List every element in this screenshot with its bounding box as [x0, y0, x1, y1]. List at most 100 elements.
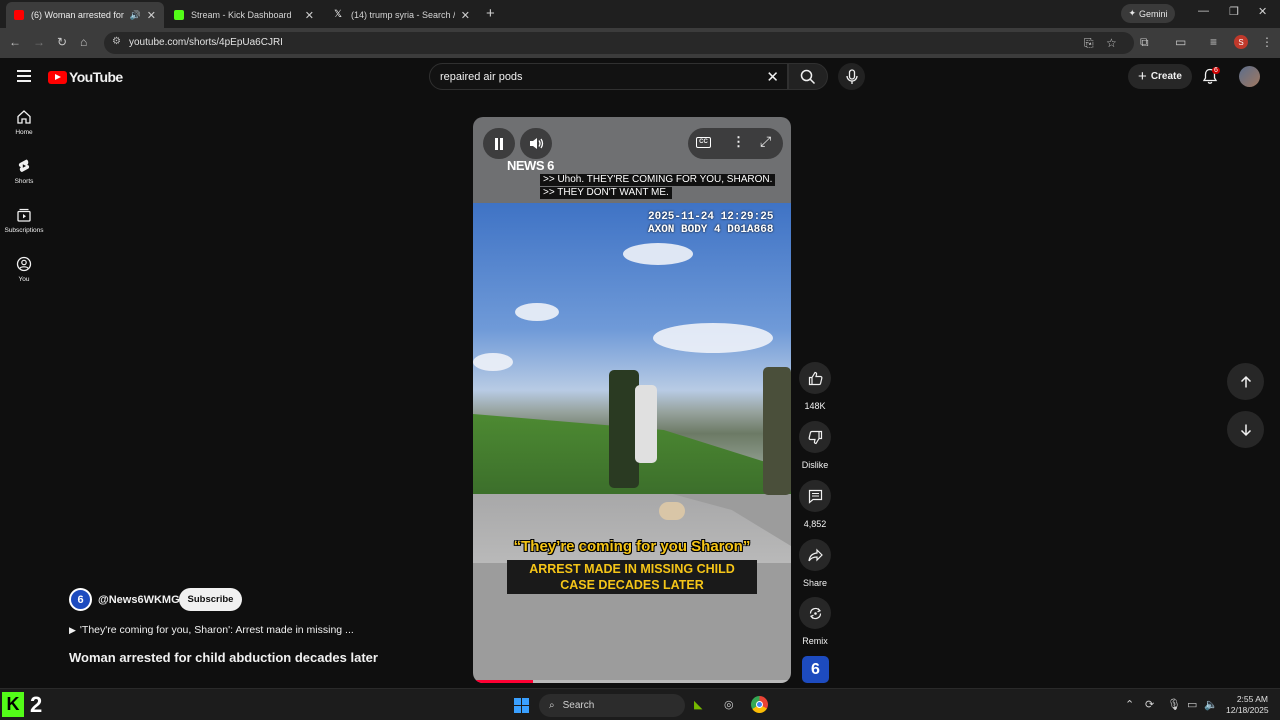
search-input[interactable]: repaired air pods ✕	[429, 63, 788, 90]
dog	[659, 502, 685, 520]
remix-icon	[809, 607, 821, 619]
related-video-text: 'They're coming for you, Sharon': Arrest…	[79, 624, 354, 636]
create-label: Create	[1150, 71, 1182, 82]
site-info-icon[interactable]: ⚙	[112, 36, 121, 47]
home-button-icon[interactable]: ⌂	[80, 35, 87, 49]
windows-taskbar: K 2 ⌕ Search ◣ ◎ ⌃ ⟳ 🎙 ▭ 🔈 2:55 AM 12/18…	[0, 688, 1280, 720]
app-icon[interactable]: ◎	[724, 698, 734, 711]
close-window-icon[interactable]: ✕	[1258, 5, 1267, 18]
kick-app-icon[interactable]: K	[2, 692, 24, 717]
shorts-video-player[interactable]: NEWS 6 >> Uhoh. THEY'RE COMING FOR YOU, …	[473, 117, 791, 683]
speaker-icon[interactable]: 🔊	[130, 10, 141, 21]
extensions-icon[interactable]: ⧉	[1140, 35, 1149, 50]
headline-quote: “They’re coming for you Sharon”	[513, 538, 751, 555]
volume-icon	[529, 138, 543, 149]
tray-network-icon[interactable]: ▭	[1187, 698, 1197, 711]
tray-sync-icon[interactable]: ⟳	[1145, 698, 1154, 711]
rail-item-home[interactable]: Home	[0, 109, 48, 136]
taskbar-clock[interactable]: 2:55 AM 12/18/2025	[1226, 694, 1269, 716]
player-controls: CC ⋮ ⤢	[688, 128, 783, 159]
comments-button[interactable]: 4,852	[799, 480, 831, 529]
minimize-icon[interactable]: —	[1198, 5, 1209, 17]
tab-search-icon[interactable]: ≡	[1210, 35, 1217, 49]
youtube-header: YouTube repaired air pods ✕ + Create 6	[0, 58, 1280, 96]
tab-label: Stream - Kick Dashboard	[191, 10, 292, 20]
rail-item-subscriptions[interactable]: Subscriptions	[0, 207, 48, 234]
reload-icon[interactable]: ↻	[57, 35, 67, 49]
x-favicon-icon: 𝕏	[334, 9, 343, 20]
thumbs-down-icon	[808, 430, 822, 444]
rail-label: Subscriptions	[4, 227, 44, 234]
dislike-label: Dislike	[801, 460, 829, 470]
search-button[interactable]	[788, 63, 828, 90]
share-button[interactable]: Share	[799, 539, 831, 588]
tab-kick[interactable]: Stream - Kick Dashboard ✕	[166, 2, 322, 28]
channel-thumbnail[interactable]: 6	[802, 656, 829, 683]
install-icon[interactable]: ⎘	[1084, 36, 1094, 51]
new-tab-icon[interactable]: +	[486, 5, 495, 22]
hamburger-menu-icon[interactable]	[17, 70, 31, 85]
browser-toolbar: ← → ↻ ⌂ ⚙ youtube.com/shorts/4pEpUa6CJRI…	[0, 28, 1280, 58]
previous-short-button[interactable]	[1227, 363, 1264, 400]
thumbs-up-icon	[808, 371, 822, 385]
more-options-icon[interactable]: ⋮	[732, 134, 745, 150]
share-label: Share	[802, 578, 828, 588]
subscribe-button[interactable]: Subscribe	[179, 588, 242, 611]
nvidia-icon[interactable]: ◣	[694, 698, 702, 711]
windows-start-icon[interactable]	[514, 698, 529, 713]
create-button[interactable]: + Create	[1128, 64, 1192, 89]
reading-mode-icon[interactable]: ▭	[1175, 35, 1186, 49]
close-tab-icon[interactable]: ✕	[147, 9, 156, 22]
remix-button[interactable]: Remix	[799, 597, 831, 646]
share-icon	[807, 548, 823, 561]
cloud	[515, 303, 559, 321]
fullscreen-icon[interactable]: ⤢	[760, 133, 771, 150]
rail-item-shorts[interactable]: Shorts	[0, 158, 48, 185]
home-icon	[17, 110, 31, 124]
profile-avatar[interactable]: S	[1234, 35, 1248, 49]
channel-handle[interactable]: @News6WKMG	[98, 594, 180, 606]
close-tab-icon[interactable]: ✕	[305, 9, 314, 22]
restore-icon[interactable]: ❐	[1229, 5, 1239, 18]
clear-search-icon[interactable]: ✕	[766, 68, 779, 86]
taskbar-search[interactable]: ⌕ Search	[539, 694, 685, 717]
channel-avatar[interactable]: 6	[69, 588, 92, 611]
tab-youtube[interactable]: (6) Woman arrested for chil 🔊 ✕	[6, 2, 164, 28]
tab-x[interactable]: 𝕏 (14) trump syria - Search / X ✕	[326, 2, 478, 28]
rail-item-you[interactable]: You	[0, 256, 48, 283]
url-text[interactable]: youtube.com/shorts/4pEpUa6CJRI	[129, 37, 283, 48]
clock-time: 2:55 AM	[1236, 694, 1268, 704]
gemini-label: Gemini	[1139, 8, 1168, 19]
back-icon[interactable]: ←	[9, 35, 21, 49]
closed-caption-line-1: >> Uhoh. THEY'RE COMING FOR YOU, SHARON.	[540, 174, 776, 186]
youtube-logo[interactable]: YouTube	[48, 69, 123, 85]
account-avatar[interactable]	[1239, 66, 1260, 87]
next-short-button[interactable]	[1227, 411, 1264, 448]
comment-icon	[808, 489, 822, 504]
closed-captions-icon[interactable]: CC	[696, 137, 711, 148]
channel-avatar-text: 6	[77, 593, 84, 606]
video-progress-bar[interactable]	[473, 680, 791, 683]
tray-volume-icon[interactable]: 🔈	[1204, 698, 1218, 711]
search-query[interactable]: repaired air pods	[440, 71, 523, 83]
bookmark-star-icon[interactable]: ☆	[1106, 36, 1117, 50]
gemini-button[interactable]: ✦ Gemini	[1121, 4, 1175, 23]
volume-button[interactable]	[520, 128, 552, 159]
forward-icon[interactable]: →	[33, 35, 45, 49]
menu-kebab-icon[interactable]: ⋮	[1261, 35, 1273, 49]
tray-chevron-icon[interactable]: ⌃	[1125, 698, 1134, 711]
like-button[interactable]: 148K	[799, 362, 831, 411]
closed-caption-line-2: >> THEY DON'T WANT ME.	[540, 187, 672, 199]
pause-button[interactable]	[483, 128, 515, 159]
close-tab-icon[interactable]: ✕	[461, 9, 470, 22]
chrome-icon[interactable]	[751, 696, 768, 713]
related-video-link[interactable]: ▶ 'They're coming for you, Sharon': Arres…	[69, 624, 354, 636]
dislike-button[interactable]: Dislike	[799, 421, 831, 470]
person-officer	[763, 367, 791, 495]
voice-search-button[interactable]	[838, 63, 865, 90]
address-bar[interactable]: ⚙ youtube.com/shorts/4pEpUa6CJRI ⎘ ☆	[104, 32, 1134, 54]
tray-mic-icon[interactable]: 🎙	[1167, 698, 1181, 711]
video-title[interactable]: Woman arrested for child abduction decad…	[69, 650, 378, 665]
arrow-up-icon	[1240, 375, 1251, 387]
microphone-icon	[845, 68, 858, 84]
